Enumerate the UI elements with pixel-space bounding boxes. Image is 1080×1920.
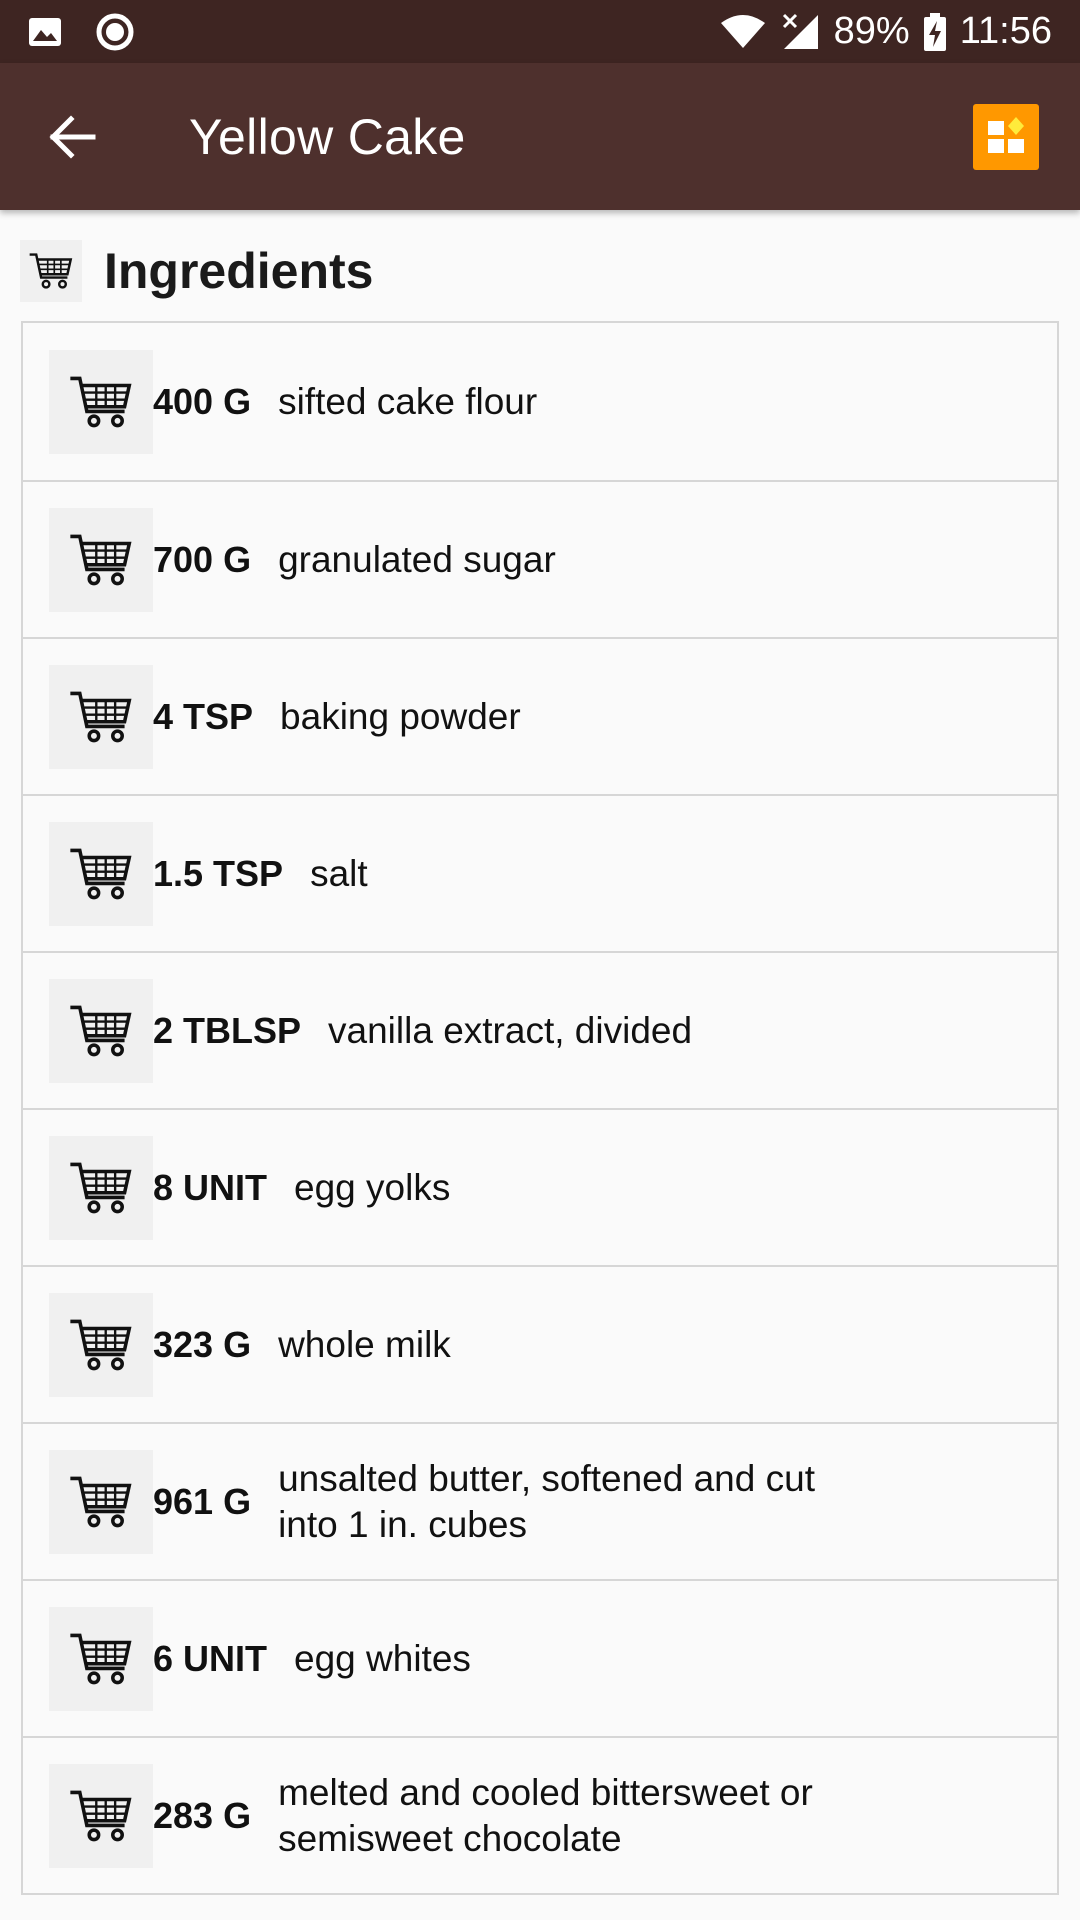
battery-percent: 89% [833,10,910,52]
ingredient-name: granulated sugar [278,538,556,580]
grid-view-icon [988,116,1024,153]
add-to-cart-button[interactable] [49,978,153,1083]
ingredient-quantity: 283 G [153,1794,252,1836]
ingredient-row[interactable]: 700 G granulated sugar [23,480,1057,637]
shopping-cart-icon [70,1319,132,1370]
status-bar: 89% 11:56 [0,0,1080,63]
shopping-cart-icon [70,1633,132,1684]
ingredient-row[interactable]: 8 UNIT egg yolks [23,1108,1057,1265]
section-title: Ingredients [104,243,374,299]
ingredient-name: sifted cake flour [278,380,538,422]
ingredient-quantity: 700 G [153,538,252,580]
ingredient-name: vanilla extract, divided [328,1009,693,1051]
page-title: Yellow Cake [189,108,466,165]
ingredient-row[interactable]: 4 TSP baking powder [23,637,1057,794]
ingredient-quantity: 8 UNIT [153,1166,268,1208]
add-to-cart-button[interactable] [49,821,153,926]
shopping-cart-icon [70,1476,132,1527]
ingredients-header: Ingredients [20,232,373,310]
ingredient-quantity: 323 G [153,1323,252,1365]
add-to-cart-button[interactable] [49,1763,153,1868]
shopping-cart-icon [70,376,132,427]
ingredient-quantity: 4 TSP [153,695,254,737]
gallery-notification-icon [28,17,62,47]
ingredient-quantity: 961 G [153,1480,252,1522]
signal-icon [780,13,820,51]
record-notification-icon [96,13,134,51]
shopping-cart-icon [70,1790,132,1841]
ingredient-row[interactable]: 6 UNIT egg whites [23,1579,1057,1736]
grid-view-button[interactable] [973,103,1039,170]
battery-charging-icon [923,12,946,51]
ingredient-row[interactable]: 2 TBLSP vanilla extract, divided [23,951,1057,1108]
ingredient-name: egg yolks [294,1166,451,1208]
shopping-cart-icon [70,1005,132,1056]
add-to-cart-button[interactable] [49,1449,153,1554]
ingredient-name: unsalted butter, softened and cut into 1… [278,1457,815,1545]
ingredient-name: whole milk [278,1323,451,1365]
add-to-cart-button[interactable] [49,1292,153,1397]
ingredient-quantity: 6 UNIT [153,1637,268,1679]
app-bar: Yellow Cake [0,63,1080,210]
ingredient-quantity: 2 TBLSP [153,1009,302,1051]
shopping-cart-icon [70,848,132,899]
ingredient-name: baking powder [280,695,521,737]
clock: 11:56 [959,10,1052,52]
arrow-back-icon [49,114,96,159]
ingredient-name: egg whites [294,1637,471,1679]
ingredient-quantity: 400 G [153,380,252,422]
add-to-cart-button[interactable] [49,1606,153,1711]
shopping-cart-icon [70,1162,132,1213]
ingredient-row[interactable]: 400 G sifted cake flour [23,323,1057,480]
add-to-cart-button[interactable] [49,664,153,769]
add-to-cart-button[interactable] [49,507,153,612]
wifi-icon [720,14,766,49]
shopping-cart-icon [70,691,132,742]
shopping-cart-icon [20,240,82,302]
back-button[interactable] [23,87,123,187]
ingredient-row[interactable]: 1.5 TSP salt [23,794,1057,951]
add-to-cart-button[interactable] [49,1135,153,1240]
ingredient-quantity: 1.5 TSP [153,852,284,894]
ingredient-row[interactable]: 283 G melted and cooled bittersweet or s… [23,1736,1057,1893]
add-to-cart-button[interactable] [49,349,153,454]
shopping-cart-icon [70,534,132,585]
ingredient-name: melted and cooled bittersweet or semiswe… [278,1771,813,1859]
ingredient-list: 400 G sifted cake flour 700 G granulated… [21,321,1059,1895]
ingredient-row[interactable]: 323 G whole milk [23,1265,1057,1422]
ingredient-name: salt [310,852,368,894]
ingredient-row[interactable]: 961 G unsalted butter, softened and cut … [23,1422,1057,1579]
